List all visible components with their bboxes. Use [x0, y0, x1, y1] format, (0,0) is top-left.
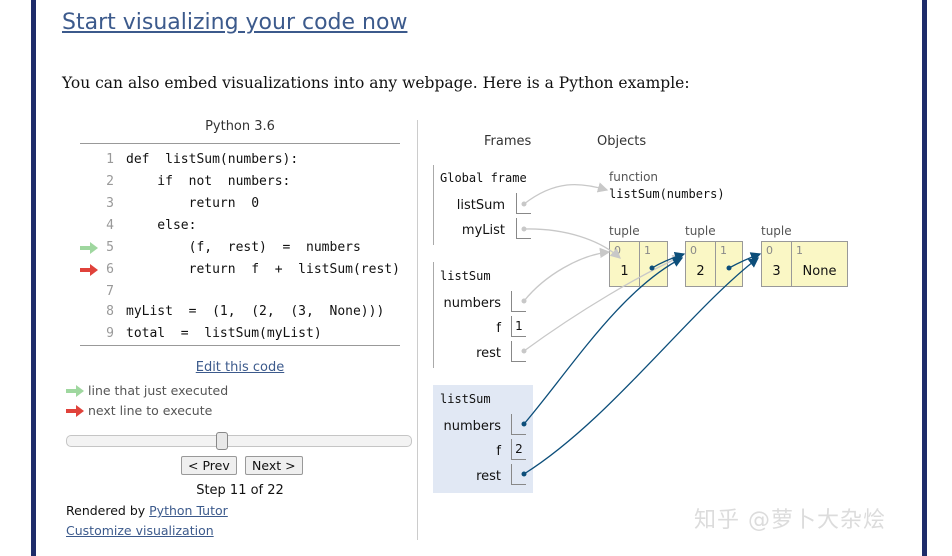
watermark: 知乎 @萝卜大杂烩 — [694, 508, 886, 533]
pointer-arrows — [521, 182, 762, 477]
